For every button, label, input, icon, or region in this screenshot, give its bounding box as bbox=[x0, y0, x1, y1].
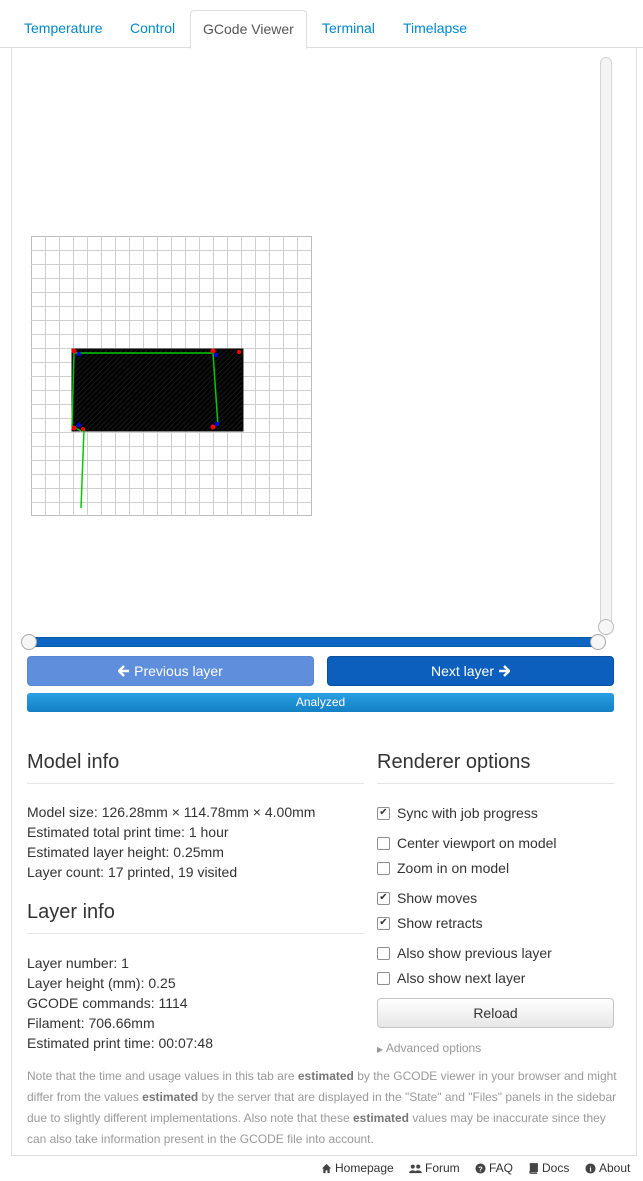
layer-height-text: Estimated layer height: 0.25mm bbox=[27, 844, 224, 860]
option-label: Also show next layer bbox=[397, 970, 526, 986]
model-info-title: Model info bbox=[27, 751, 120, 773]
users-icon bbox=[409, 1164, 422, 1173]
option-sync-job-progress[interactable]: ✔ Sync with job progress bbox=[377, 804, 538, 822]
option-label: Also show previous layer bbox=[397, 945, 552, 961]
divider bbox=[27, 933, 364, 934]
renderer-options-title: Renderer options bbox=[377, 751, 531, 773]
gcode-commands-text: GCODE commands: 1114 bbox=[27, 995, 188, 1011]
caret-right-icon: ▶ bbox=[377, 1045, 384, 1054]
reload-button[interactable]: Reload bbox=[377, 998, 614, 1028]
divider bbox=[27, 783, 364, 784]
note-emphasis: estimated bbox=[142, 1090, 199, 1104]
option-show-retracts[interactable]: ✔ Show retracts bbox=[377, 914, 483, 932]
option-show-previous-layer[interactable]: Also show previous layer bbox=[377, 944, 552, 962]
checkbox[interactable] bbox=[377, 971, 390, 985]
footer-link-forum[interactable]: Forum bbox=[409, 1161, 460, 1175]
option-center-viewport[interactable]: Center viewport on model bbox=[377, 834, 557, 852]
divider bbox=[377, 783, 614, 784]
analysis-progress-bar: Analyzed bbox=[27, 693, 614, 712]
tab-gcode-viewer[interactable]: GCode Viewer bbox=[190, 10, 307, 49]
layer-height-mm-text: Layer height (mm): 0.25 bbox=[27, 975, 176, 991]
option-zoom-model[interactable]: Zoom in on model bbox=[377, 859, 509, 877]
advanced-options-label: Advanced options bbox=[385, 1041, 482, 1055]
option-label: Show retracts bbox=[397, 915, 483, 931]
note-text: Note that the time and usage values in t… bbox=[27, 1069, 298, 1083]
question-circle-icon: ? bbox=[475, 1162, 486, 1174]
footer-link-label: Docs bbox=[542, 1161, 570, 1175]
estimation-note: Note that the time and usage values in t… bbox=[27, 1066, 617, 1150]
filament-text: Filament: 706.66mm bbox=[27, 1015, 155, 1031]
vertical-slider-handle[interactable] bbox=[598, 619, 614, 635]
vertical-slider-track[interactable] bbox=[600, 57, 612, 629]
arrow-left-icon bbox=[118, 665, 130, 677]
advanced-options-toggle[interactable]: ▶ Advanced options bbox=[377, 1041, 481, 1055]
arrow-right-icon bbox=[499, 665, 511, 677]
layer-count-text: Layer count: 17 printed, 19 visited bbox=[27, 864, 238, 880]
option-label: Zoom in on model bbox=[397, 860, 510, 876]
tab-temperature[interactable]: Temperature bbox=[12, 10, 115, 48]
checkbox[interactable] bbox=[377, 861, 390, 875]
layer-number-text: Layer number: 1 bbox=[27, 955, 129, 971]
book-icon bbox=[529, 1162, 538, 1174]
next-layer-label: Next layer bbox=[430, 663, 495, 679]
footer-link-faq[interactable]: ? FAQ bbox=[475, 1161, 513, 1175]
progress-label: Analyzed bbox=[295, 695, 346, 709]
total-print-time-text: Estimated total print time: 1 hour bbox=[27, 824, 229, 840]
option-label: Center viewport on model bbox=[397, 835, 557, 851]
layer-slider-max-handle[interactable] bbox=[590, 634, 606, 650]
footer-link-homepage[interactable]: Homepage bbox=[321, 1161, 394, 1175]
option-label: Show moves bbox=[397, 890, 478, 906]
previous-layer-button[interactable]: Previous layer bbox=[27, 656, 314, 686]
checkbox[interactable]: ✔ bbox=[377, 806, 390, 820]
footer-link-label: FAQ bbox=[489, 1161, 514, 1175]
option-label: Sync with job progress bbox=[397, 805, 538, 821]
next-layer-button[interactable]: Next layer bbox=[327, 656, 614, 686]
tab-control[interactable]: Control bbox=[118, 10, 187, 48]
checkbox[interactable] bbox=[377, 946, 390, 960]
footer-link-label: Homepage bbox=[335, 1161, 394, 1175]
note-emphasis: estimated bbox=[352, 1111, 410, 1125]
footer-link-label: Forum bbox=[425, 1161, 460, 1175]
checkbox[interactable]: ✔ bbox=[377, 916, 390, 930]
model-size-text: Model size: 126.28mm × 114.78mm × 4.00mm bbox=[27, 804, 316, 820]
footer-link-label: About bbox=[599, 1161, 631, 1175]
option-show-moves[interactable]: ✔ Show moves bbox=[377, 889, 477, 907]
previous-layer-label: Previous layer bbox=[134, 663, 223, 679]
layer-slider-track[interactable] bbox=[27, 637, 599, 647]
layer-print-time-text: Estimated print time: 00:07:48 bbox=[27, 1035, 213, 1051]
layer-slider-min-handle[interactable] bbox=[21, 634, 37, 650]
svg-text:i: i bbox=[589, 1164, 591, 1173]
layer-info-title: Layer info bbox=[27, 901, 115, 923]
gcode-canvas[interactable] bbox=[31, 236, 312, 516]
home-icon bbox=[321, 1163, 332, 1173]
checkbox[interactable] bbox=[377, 836, 390, 850]
footer-link-about[interactable]: i About bbox=[585, 1161, 630, 1175]
tab-bar: Temperature Control GCode Viewer Termina… bbox=[0, 0, 643, 49]
info-circle-icon: i bbox=[585, 1162, 596, 1174]
checkbox[interactable]: ✔ bbox=[377, 891, 390, 905]
note-emphasis: estimated bbox=[297, 1069, 354, 1083]
tab-terminal[interactable]: Terminal bbox=[310, 10, 387, 48]
footer-link-docs[interactable]: Docs bbox=[528, 1161, 569, 1175]
svg-text:?: ? bbox=[478, 1164, 483, 1173]
tab-timelapse[interactable]: Timelapse bbox=[391, 10, 479, 48]
reload-label: Reload bbox=[473, 1005, 518, 1021]
option-show-next-layer[interactable]: Also show next layer bbox=[377, 969, 525, 987]
